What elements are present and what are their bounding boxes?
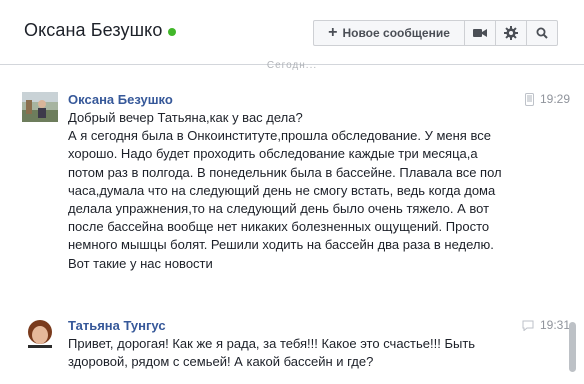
message-time: 19:31	[539, 318, 570, 332]
contact-name[interactable]: Оксана Безушко	[24, 20, 162, 41]
chat-bubble-icon	[522, 320, 534, 331]
new-message-label: Новое сообщение	[342, 26, 450, 40]
avatar[interactable]	[22, 92, 58, 122]
avatar[interactable]	[22, 318, 58, 348]
message-text: Привет, дорогая! Как же я рада, за тебя!…	[68, 336, 476, 370]
gear-icon	[504, 26, 518, 40]
search-button[interactable]	[527, 20, 558, 46]
message-time: 19:29	[539, 92, 570, 106]
plus-icon: +	[328, 24, 338, 41]
header-toolbar: + Новое сообщение	[313, 20, 558, 46]
mobile-phone-icon	[524, 92, 534, 106]
message-author[interactable]: Оксана Безушко	[68, 92, 173, 107]
online-status-indicator	[168, 28, 176, 36]
message-meta: 19:29	[524, 92, 570, 106]
video-call-button[interactable]	[465, 20, 496, 46]
message-author[interactable]: Татьяна Тунгус	[68, 318, 166, 333]
date-divider: Сегодн...	[266, 60, 318, 71]
search-icon	[536, 27, 548, 39]
settings-button[interactable]	[496, 20, 527, 46]
conversation-header: Оксана Безушко + Новое сообщение	[0, 0, 584, 65]
message-meta: 19:31	[522, 318, 570, 332]
scrollbar[interactable]	[569, 322, 576, 372]
chat-window: Оксана Безушко + Новое сообщение Сегодн.…	[0, 0, 584, 384]
new-message-button[interactable]: + Новое сообщение	[313, 20, 465, 46]
video-call-icon	[473, 29, 487, 37]
message-text: Добрый вечер Татьяна,как у вас дела? А я…	[68, 110, 502, 271]
